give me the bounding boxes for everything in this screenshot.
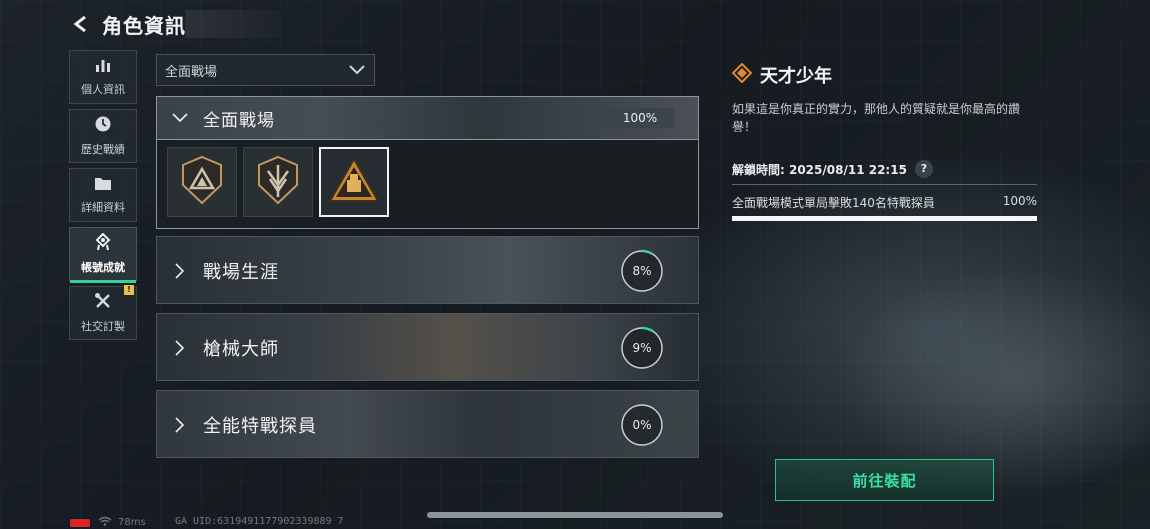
sidebar: 個人資訊 歷史戰績 詳細資料 帳號成就 ! 社交訂製 xyxy=(69,50,137,345)
medal-icon xyxy=(94,232,112,255)
unlock-time-row: 解鎖時間: 2025/08/11 22:15 ? xyxy=(732,160,1037,178)
bar-chart-icon xyxy=(94,57,112,77)
chevron-down-icon xyxy=(348,61,366,80)
sidebar-item-label: 社交訂製 xyxy=(81,320,125,333)
badge-item[interactable] xyxy=(243,147,313,217)
battery-icon xyxy=(70,518,90,527)
chevron-right-icon xyxy=(171,339,189,357)
ping-text: 78ms xyxy=(118,517,146,528)
category-name: 槍械大師 xyxy=(203,339,279,360)
help-icon[interactable]: ? xyxy=(914,160,933,178)
category-name: 戰場生涯 xyxy=(203,262,279,283)
header-bar: 角色資訊 xyxy=(70,10,280,38)
sidebar-item-label: 歷史戰績 xyxy=(81,143,125,156)
badge-item-selected[interactable] xyxy=(319,147,389,217)
progress-ring: 8% xyxy=(619,248,665,294)
back-arrow-icon[interactable] xyxy=(70,13,92,35)
sidebar-item-label: 個人資訊 xyxy=(81,83,125,96)
sidebar-item-achievements[interactable]: 帳號成就 xyxy=(69,227,137,283)
wrench-icon xyxy=(94,292,112,314)
category-percent: 100% xyxy=(606,108,674,128)
sidebar-item-history[interactable]: 歷史戰績 xyxy=(69,109,137,163)
category-header[interactable]: 戰場生涯 8% xyxy=(157,237,698,303)
category-header[interactable]: 全能特戰探員 0% xyxy=(157,391,698,457)
sidebar-item-social[interactable]: ! 社交訂製 xyxy=(69,285,137,340)
category-all-round-operator[interactable]: 全能特戰探員 0% xyxy=(156,390,699,458)
category-header[interactable]: 槍械大師 9% xyxy=(157,314,698,380)
arrow-badge-icon xyxy=(256,155,300,209)
divider xyxy=(732,184,1037,185)
sidebar-item-label: 帳號成就 xyxy=(81,261,125,274)
achievement-title-row: 天才少年 xyxy=(731,62,1037,88)
sidebar-item-details[interactable]: 詳細資料 xyxy=(69,168,137,222)
uid-text: GA UID:6319491177902339889 7 xyxy=(175,516,344,527)
sidebar-item-profile[interactable]: 個人資訊 xyxy=(69,50,137,104)
badge-list xyxy=(157,140,698,228)
chevron-right-icon xyxy=(171,262,189,280)
requirement-text: 全面戰場模式單局擊敗140名特戰探員 xyxy=(732,196,935,210)
achievement-diamond-icon xyxy=(731,62,753,87)
go-equip-button[interactable]: 前往裝配 xyxy=(775,459,994,501)
requirement-row: 全面戰場模式單局擊敗140名特戰探員 100% xyxy=(732,194,1037,211)
achievement-title: 天才少年 xyxy=(760,66,832,87)
category-battlefield-career[interactable]: 戰場生涯 8% xyxy=(156,236,699,304)
chevron-down-icon xyxy=(171,109,189,127)
progress-ring: 0% xyxy=(619,402,665,448)
category-percent: 0% xyxy=(632,418,652,432)
notice-badge: ! xyxy=(124,285,134,295)
category-all-out-warfare[interactable]: 全面戰場 100% xyxy=(156,96,699,229)
wifi-icon xyxy=(98,516,112,529)
progress-ring: 9% xyxy=(619,325,665,371)
sidebar-item-label: 詳細資料 xyxy=(81,200,125,214)
category-percent: 8% xyxy=(632,264,652,278)
requirement-progress-bar xyxy=(732,216,1037,221)
achievement-detail: 天才少年 如果這是你真正的實力，那他人的質疑就是你最高的讚譽！ 解鎖時間: 20… xyxy=(731,62,1037,221)
category-percent: 9% xyxy=(632,341,652,355)
clock-icon xyxy=(94,115,112,137)
gold-triangle-badge-icon xyxy=(328,156,380,207)
mode-filter-dropdown[interactable]: 全面戰場 xyxy=(156,54,375,86)
triangle-badge-icon xyxy=(180,155,224,209)
page-title: 角色資訊 xyxy=(102,13,186,38)
folder-icon xyxy=(94,176,112,195)
home-indicator[interactable] xyxy=(427,512,723,518)
dropdown-value: 全面戰場 xyxy=(165,64,218,80)
unlock-time: 解鎖時間: 2025/08/11 22:15 xyxy=(732,162,907,177)
progress-fill xyxy=(732,216,1037,221)
requirement-percent: 100% xyxy=(1002,194,1037,208)
status-bar: 78ms xyxy=(70,516,146,529)
achievement-description: 如果這是你真正的實力，那他人的質疑就是你最高的讚譽！ xyxy=(732,102,1021,134)
category-name: 全能特戰探員 xyxy=(203,416,317,437)
badge-item[interactable] xyxy=(167,147,237,217)
category-header[interactable]: 全面戰場 100% xyxy=(157,97,698,140)
chevron-right-icon xyxy=(171,416,189,434)
category-name: 全面戰場 xyxy=(203,110,275,131)
category-weapon-master[interactable]: 槍械大師 9% xyxy=(156,313,699,381)
